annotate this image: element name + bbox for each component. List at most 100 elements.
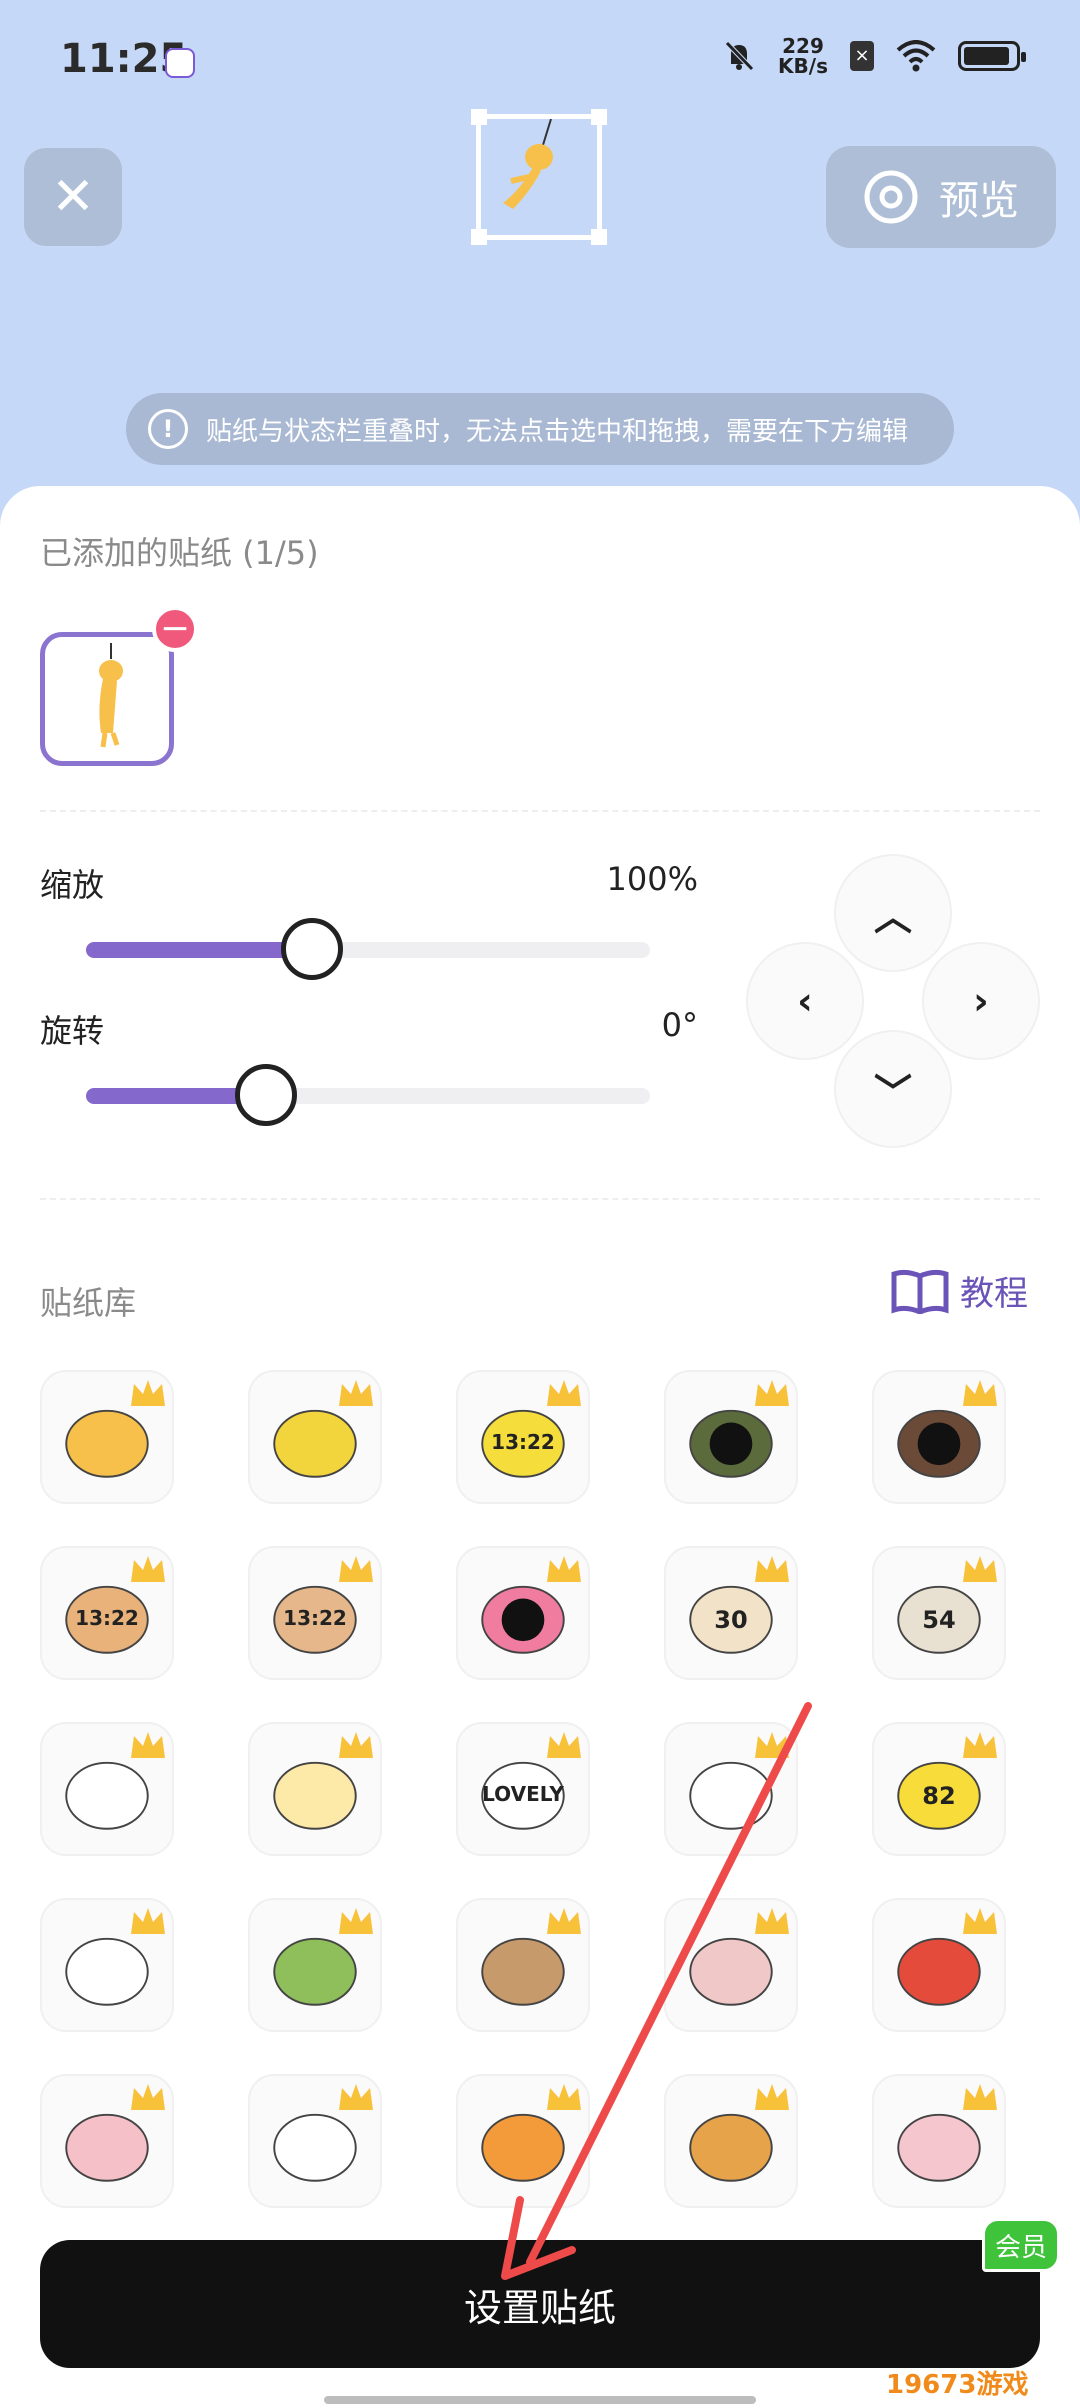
remove-sticker-button[interactable]: − — [152, 606, 198, 652]
move-down-button[interactable]: ﹀ — [834, 1030, 952, 1148]
sticker-bunnies-battery[interactable]: 54 — [872, 1546, 1006, 1680]
sticker-cloud[interactable] — [40, 1898, 174, 2032]
preview-label: 预览 — [939, 178, 1019, 224]
crown-icon — [963, 1732, 997, 1758]
crown-icon — [131, 1380, 165, 1406]
sticker-pig[interactable] — [40, 2074, 174, 2208]
divider — [40, 1198, 1040, 1200]
status-icons: 229 KB/s × — [722, 34, 1026, 78]
sticker-duck-clock[interactable]: 13:22 — [456, 1370, 590, 1504]
chevron-right-icon: › — [973, 979, 989, 1023]
crown-icon — [547, 1556, 581, 1582]
crown-icon — [755, 1732, 789, 1758]
move-left-button[interactable]: ‹ — [746, 942, 864, 1060]
rotate-label: 旋转 — [40, 1012, 105, 1050]
crown-icon — [547, 2084, 581, 2110]
move-right-button[interactable]: › — [922, 942, 1040, 1060]
vip-badge: 会员 — [982, 2218, 1060, 2272]
crown-icon — [755, 1908, 789, 1934]
sticker-minion[interactable] — [248, 1370, 382, 1504]
chevron-down-icon: ﹀ — [873, 1070, 912, 1115]
eye-icon — [864, 170, 918, 224]
sticker-panda[interactable] — [248, 2074, 382, 2208]
crown-icon — [339, 1380, 373, 1406]
crown-icon — [547, 1380, 581, 1406]
sticker-text: 54 — [922, 1606, 956, 1634]
chevron-left-icon: ‹ — [797, 979, 813, 1023]
minus-icon: − — [159, 608, 191, 649]
hanging-cat-sticker — [503, 118, 553, 209]
sticker-text: 82 — [922, 1782, 956, 1810]
set-sticker-button[interactable]: 设置贴纸 — [40, 2240, 1040, 2368]
added-stickers-title: 已添加的贴纸 (1/5) — [40, 534, 319, 572]
sticker-tulip-battery[interactable]: 82 — [872, 1722, 1006, 1856]
crown-icon — [963, 1908, 997, 1934]
sticker-preview-frame[interactable] — [471, 109, 607, 245]
scale-label: 缩放 — [40, 866, 105, 904]
sticker-carrot-clock[interactable]: 13:22 — [40, 1546, 174, 1680]
close-icon: ✕ — [51, 167, 95, 227]
net-speed-unit: KB/s — [778, 54, 828, 78]
resize-handle[interactable] — [591, 229, 607, 245]
crown-icon — [131, 1556, 165, 1582]
sticker-firecracker[interactable] — [872, 1898, 1006, 2032]
resize-handle[interactable] — [591, 109, 607, 125]
sticker-turtle[interactable] — [664, 1370, 798, 1504]
sticker-bear[interactable] — [872, 1370, 1006, 1504]
resize-handle[interactable] — [471, 229, 487, 245]
crown-icon — [131, 2084, 165, 2110]
crown-icon — [339, 1732, 373, 1758]
sticker-lovely[interactable]: LOVELY — [456, 1722, 590, 1856]
sticker-polar-bear[interactable] — [40, 1722, 174, 1856]
sticker-text: 13:22 — [283, 1606, 347, 1630]
sticker-swing-bears[interactable] — [456, 1898, 590, 2032]
crown-icon — [547, 1732, 581, 1758]
sticker-hanging-bunny[interactable] — [872, 2074, 1006, 2208]
added-sticker-thumb[interactable] — [40, 632, 174, 766]
sticker-daisy[interactable] — [248, 1722, 382, 1856]
sticker-lion[interactable] — [664, 1898, 798, 2032]
sticker-cookie-clock[interactable]: 13:22 — [248, 1546, 382, 1680]
net-speed-value: 229 — [782, 34, 824, 58]
tutorial-label: 教程 — [960, 1274, 1028, 1314]
crown-icon — [339, 1556, 373, 1582]
close-button[interactable]: ✕ — [24, 148, 122, 246]
crown-icon — [963, 1556, 997, 1582]
sticker-cat-battery[interactable]: 30 — [664, 1546, 798, 1680]
sim-icon: × — [850, 41, 874, 71]
crown-icon — [547, 1908, 581, 1934]
rotate-value: 0° — [661, 1006, 698, 1044]
sticker-text: LOVELY — [482, 1782, 564, 1806]
sticker-text: 13:22 — [491, 1430, 555, 1454]
divider — [40, 810, 1040, 812]
sticker-text: 13:22 — [75, 1606, 139, 1630]
crown-icon — [131, 1908, 165, 1934]
set-sticker-label: 设置贴纸 — [463, 2285, 616, 2330]
home-indicator[interactable] — [324, 2396, 756, 2404]
rotate-slider-thumb[interactable] — [235, 1064, 298, 1126]
sticker-hanging-cat[interactable] — [40, 1370, 174, 1504]
wifi-icon — [896, 40, 936, 72]
resize-handle[interactable] — [471, 109, 487, 125]
sticker-avocado[interactable] — [248, 1898, 382, 2032]
rotate-slider[interactable] — [86, 1064, 650, 1126]
crown-icon — [755, 2084, 789, 2110]
scale-slider-thumb[interactable] — [280, 918, 343, 980]
scale-slider[interactable] — [86, 918, 650, 980]
scale-value: 100% — [606, 860, 698, 898]
crown-icon — [755, 1556, 789, 1582]
sticker-flower[interactable] — [456, 1546, 590, 1680]
tutorial-link[interactable]: 教程 — [890, 1266, 1028, 1315]
watermark-logo: 19673游戏 — [886, 2370, 1029, 2400]
sticker-carrot-cat[interactable] — [456, 2074, 590, 2208]
sticker-swing-cat[interactable] — [664, 2074, 798, 2208]
overlap-notice: ! 贴纸与状态栏重叠时，无法点击选中和拖拽，需要在下方编辑 — [126, 393, 954, 465]
editor-sheet: 已添加的贴纸 (1/5) − 缩放 100% 旋转 0° ︿ ‹ › ﹀ 贴纸库 — [0, 486, 1080, 2408]
move-up-button[interactable]: ︿ — [834, 854, 952, 972]
crown-icon — [963, 1380, 997, 1406]
sticker-small-animals[interactable] — [664, 1722, 798, 1856]
book-icon — [891, 1269, 949, 1314]
preview-button[interactable]: 预览 — [826, 146, 1056, 248]
crown-icon — [755, 1380, 789, 1406]
info-icon: ! — [148, 409, 188, 449]
